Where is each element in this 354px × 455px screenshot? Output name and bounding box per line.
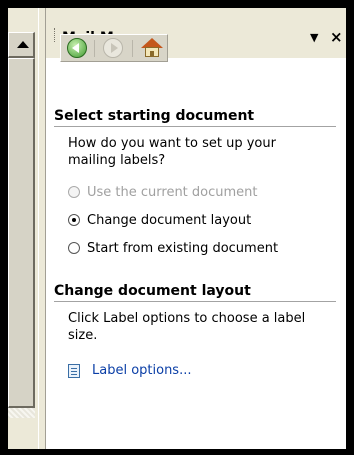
section-heading-select-starting-document: Select starting document: [54, 108, 336, 127]
vertical-scrollbar[interactable]: [8, 8, 38, 449]
radio-option-change-document-layout[interactable]: Change document layout: [68, 211, 251, 229]
mail-merge-task-pane: Mail Merge ▼ × Select starting document …: [46, 8, 346, 449]
scroll-thumb[interactable]: [8, 58, 35, 408]
pane-splitter[interactable]: [38, 8, 46, 449]
mailing-labels-question: How do you want to set up your mailing l…: [68, 136, 276, 168]
radio-label[interactable]: Change document layout: [87, 213, 251, 228]
home-icon[interactable]: [141, 38, 163, 58]
radio-label[interactable]: Start from existing document: [87, 241, 278, 256]
toolbar-separator: [94, 40, 95, 57]
section-heading-change-document-layout: Change document layout: [54, 283, 336, 302]
pane-header: Mail Merge ▼ ×: [46, 8, 346, 62]
pane-menu-dropdown-icon[interactable]: ▼: [310, 31, 318, 44]
scroll-up-arrow-icon[interactable]: [8, 32, 35, 58]
radio-button[interactable]: [68, 214, 80, 226]
radio-option-use-current-document: Use the current document: [68, 183, 258, 201]
label-options-icon[interactable]: [68, 363, 80, 378]
grip-handle-icon[interactable]: [54, 28, 57, 42]
radio-button: [68, 186, 80, 198]
label-size-description: Click Label options to choose a label si…: [68, 311, 306, 343]
nav-toolbar: [60, 34, 168, 62]
back-icon[interactable]: [67, 38, 87, 58]
close-icon[interactable]: ×: [330, 28, 343, 46]
radio-label: Use the current document: [87, 184, 258, 200]
radio-option-start-from-existing[interactable]: Start from existing document: [68, 239, 278, 257]
radio-button[interactable]: [68, 242, 80, 254]
label-options-link-row[interactable]: Label options...: [68, 363, 191, 378]
forward-icon[interactable]: [103, 38, 123, 58]
label-options-link[interactable]: Label options...: [92, 363, 191, 378]
toolbar-separator: [132, 40, 133, 57]
